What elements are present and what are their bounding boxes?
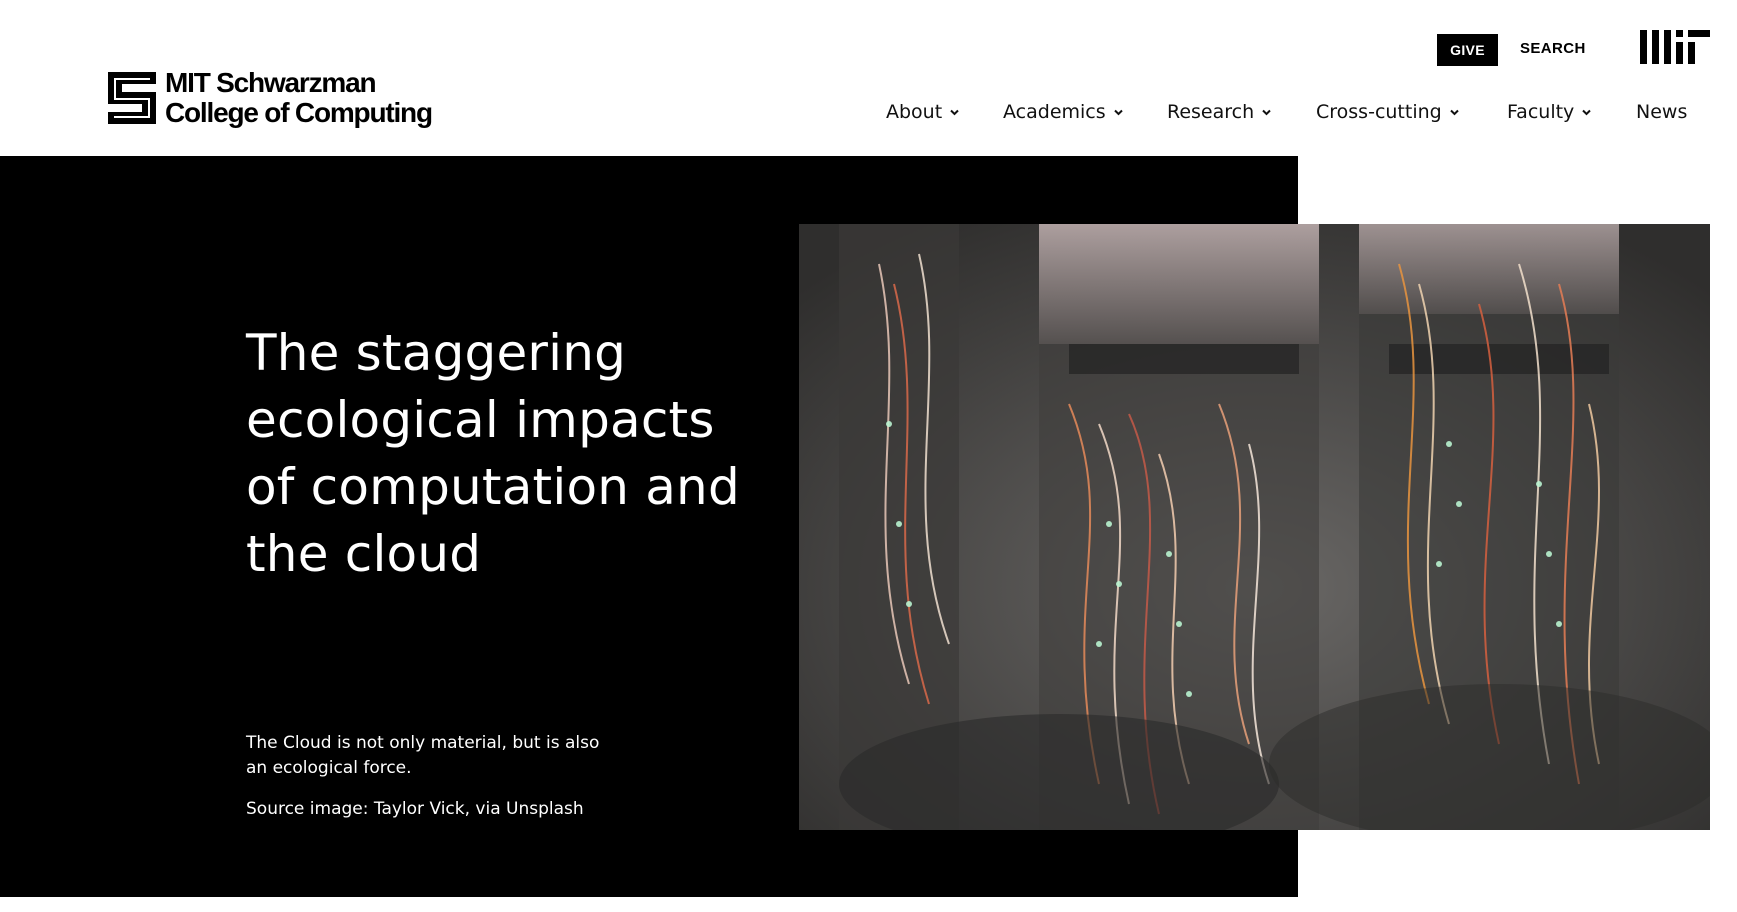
server-rack-cables-photo <box>799 224 1710 830</box>
chevron-down-icon <box>1262 109 1271 115</box>
hero-image <box>799 224 1710 830</box>
chevron-down-icon <box>1450 109 1459 115</box>
chevron-down-icon <box>1113 109 1123 115</box>
site-header: MIT Schwarzman College of Computing GIVE… <box>0 0 1737 156</box>
nav-item-label: Academics <box>1003 101 1106 123</box>
hero-headline: The staggering ecological impacts of com… <box>246 324 740 583</box>
nav-item-academics[interactable]: Academics <box>1003 96 1124 128</box>
chevron-down-icon <box>950 109 959 115</box>
nav-item-label: Research <box>1167 101 1255 123</box>
nav-item-label: News <box>1636 101 1688 123</box>
nav-item-about[interactable]: About <box>886 96 960 128</box>
nav-item-cross-cutting[interactable]: Cross-cutting <box>1316 96 1460 128</box>
give-button[interactable]: GIVE <box>1437 34 1498 66</box>
nav-item-research[interactable]: Research <box>1167 96 1272 128</box>
main-nav: About Academics Research Cross-cutting F… <box>0 96 1737 128</box>
image-credit: Source image: Taylor Vick, via Unsplash <box>246 799 584 819</box>
nav-item-news[interactable]: News <box>1636 96 1687 128</box>
hero-dek: The Cloud is not only material, but is a… <box>246 733 600 778</box>
nav-item-faculty[interactable]: Faculty <box>1507 96 1592 128</box>
logo-line-1: MIT Schwarzman <box>165 67 377 98</box>
search-button[interactable]: SEARCH <box>1520 34 1586 62</box>
mit-logo-icon[interactable] <box>1640 30 1710 64</box>
nav-item-label: About <box>886 101 943 123</box>
nav-item-label: Faculty <box>1507 101 1575 123</box>
chevron-down-icon <box>1582 109 1592 115</box>
page: MIT Schwarzman College of Computing GIVE… <box>0 0 1737 912</box>
nav-item-label: Cross-cutting <box>1316 101 1442 123</box>
